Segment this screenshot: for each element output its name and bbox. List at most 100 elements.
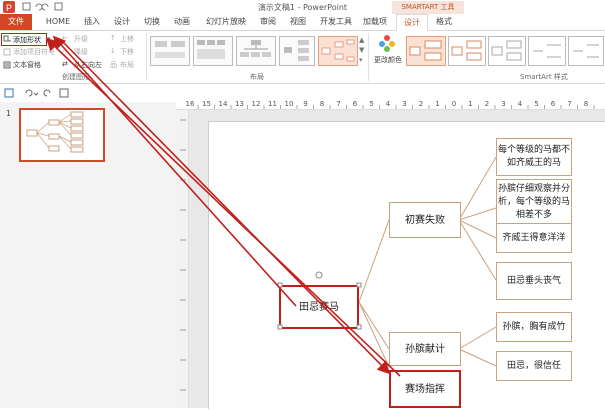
tab-file[interactable]: 文件	[0, 14, 32, 30]
vertical-ruler-ticks	[180, 119, 186, 391]
add-shape-button[interactable]: 添加形状	[1, 33, 47, 46]
layout-thumbnail	[197, 40, 225, 59]
ruler-label: 14	[219, 100, 228, 108]
layouts-scroll-up-icon[interactable]: ▲	[359, 36, 364, 44]
slide-thumbnail-panel: 1	[0, 102, 177, 408]
ruler-label: 9	[303, 100, 307, 108]
group-create-graphic: 创建图形	[62, 73, 90, 81]
ruler-label: 16	[186, 100, 195, 108]
tab-addins[interactable]: 加载项	[360, 14, 390, 30]
ruler-label: 5	[369, 100, 373, 108]
leaf-node[interactable]: 孙膑，胸有成竹	[496, 312, 572, 342]
right-to-left-button[interactable]: ⇄ 从右向左	[60, 59, 110, 70]
ruler-label: 11	[268, 100, 277, 108]
style-thumbnail	[491, 40, 522, 61]
tab-home[interactable]: HOME	[40, 14, 76, 30]
slide[interactable]: 田忌赛马 初赛失败 孙膑献计 赛场指挥 每个等级的马都不如齐威王的马 孙膑仔细观…	[208, 121, 605, 409]
tab-transitions[interactable]: 切换	[140, 14, 164, 30]
style-thumbnail	[533, 44, 561, 58]
text-pane-icon	[3, 61, 11, 69]
layout-button[interactable]: 品 布局	[110, 59, 144, 70]
add-shape-label: 添加形状	[13, 36, 41, 44]
layout-option-selected[interactable]	[318, 36, 358, 66]
move-down-button[interactable]: ↓ 下移	[110, 46, 142, 57]
leaf-node[interactable]: 田忌垂头丧气	[496, 262, 572, 300]
tab-design[interactable]: 设计	[110, 14, 134, 30]
style-option-4[interactable]	[528, 36, 566, 66]
up-arrow-icon: ↑	[110, 34, 116, 42]
style-thumbnail	[573, 44, 599, 58]
qat-icons	[4, 88, 69, 98]
text-pane-button[interactable]: 文本窗格	[2, 59, 48, 70]
style-option-3[interactable]	[488, 36, 526, 66]
style-option-selected[interactable]	[406, 36, 446, 66]
tab-smartart-design[interactable]: 设计	[396, 14, 428, 31]
ribbon-tabs: 文件 HOME 插入 设计 切换 动画 幻灯片放映 审阅 视图 开发工具 加载项…	[0, 14, 605, 31]
style-thumbnail	[451, 40, 482, 61]
separator	[146, 33, 147, 81]
add-bullet-button[interactable]: 添加项目符号	[2, 46, 55, 57]
tab-format[interactable]: 格式	[430, 14, 458, 30]
change-colors-label: 更改颜色	[374, 56, 402, 64]
change-colors-button[interactable]: 更改颜色	[372, 33, 402, 73]
slide-thumbnail[interactable]	[19, 108, 105, 162]
ruler-label: 7	[336, 100, 340, 108]
ruler-label: 12	[252, 100, 261, 108]
branch-node-field-command[interactable]: 赛场指挥	[389, 370, 461, 408]
tab-review[interactable]: 审阅	[256, 14, 280, 30]
layout-option-1[interactable]	[150, 36, 190, 66]
text-pane-label: 文本窗格	[13, 61, 41, 69]
style-thumbnail	[409, 40, 442, 61]
move-down-label: 下移	[120, 48, 134, 56]
ruler-label: 5	[534, 100, 538, 108]
tab-slideshow[interactable]: 幻灯片放映	[200, 14, 252, 30]
layout-option-2[interactable]	[193, 36, 233, 66]
right-to-left-icon: ⇄	[62, 60, 68, 68]
tab-insert[interactable]: 插入	[80, 14, 104, 30]
leaf-node[interactable]: 每个等级的马都不如齐威王的马	[496, 138, 572, 176]
demote-label: 降级	[74, 48, 88, 56]
layout-label: 布局	[120, 61, 134, 69]
ruler-label: 10	[285, 100, 294, 108]
ruler-label: 1	[435, 100, 439, 108]
leaf-node[interactable]: 孙膑仔细观察并分析，每个等级的马相差不多	[496, 179, 572, 225]
move-up-button[interactable]: ↑ 上移	[110, 33, 142, 44]
ruler-label: 6	[551, 100, 556, 108]
style-option-2[interactable]	[448, 36, 486, 66]
ruler-label: 4	[386, 100, 391, 108]
leaf-node[interactable]: 齐威王得意洋洋	[496, 223, 572, 253]
window-title: 演示文稿1 - PowerPoint	[257, 3, 348, 12]
layouts-scroll-down-icon[interactable]: ▼	[359, 46, 364, 54]
right-to-left-label: 从右向左	[74, 61, 102, 69]
leaf-node[interactable]: 田忌，很信任	[496, 351, 572, 381]
ruler-label: 7	[567, 100, 571, 108]
branch-node-first-round[interactable]: 初赛失败	[389, 202, 461, 238]
layout-thumbnail	[240, 40, 271, 57]
style-option-5[interactable]	[568, 36, 604, 66]
separator	[368, 33, 369, 81]
tab-view[interactable]: 视图	[286, 14, 310, 30]
tab-animations[interactable]: 动画	[170, 14, 194, 30]
layout-thumbnail	[321, 39, 355, 62]
ruler-ticks: 16 15 14 13 12 11 10 9 8 7 6 5 4 3 2 1 0 1 2 3 4 5 6 7 8	[186, 100, 595, 109]
branch-node-suggestion[interactable]: 孙膑献计	[389, 332, 461, 366]
group-smartart-styles: SmartArt 样式	[520, 73, 568, 81]
promote-button[interactable]: ← 升级	[60, 33, 100, 44]
tab-developer[interactable]: 开发工具	[316, 14, 356, 30]
add-bullet-label: 添加项目符号	[13, 48, 55, 56]
ruler-label: 4	[518, 100, 523, 108]
layouts-more-icon[interactable]: ▾	[359, 56, 363, 64]
ruler-label: 2	[419, 100, 423, 108]
palette-icon	[379, 35, 395, 52]
layout-option-3[interactable]	[236, 36, 276, 66]
ruler-label: 0	[452, 100, 456, 108]
ruler-label: 3	[501, 100, 505, 108]
ruler-label: 1	[468, 100, 472, 108]
layout-option-4[interactable]	[279, 36, 315, 66]
selection-handles	[277, 271, 362, 330]
demote-button[interactable]: → 降级	[60, 46, 100, 57]
smartart-tools-label: SMARTART 工具	[392, 1, 464, 14]
ruler-label: 13	[235, 100, 244, 108]
add-shape-dropdown-icon[interactable]: ▾	[47, 35, 51, 43]
ribbon: 添加形状 ▾ 添加项目符号 文本窗格 ← 升级 → 降级 ⇄ 从右向左 ↑ 上移…	[0, 31, 605, 84]
